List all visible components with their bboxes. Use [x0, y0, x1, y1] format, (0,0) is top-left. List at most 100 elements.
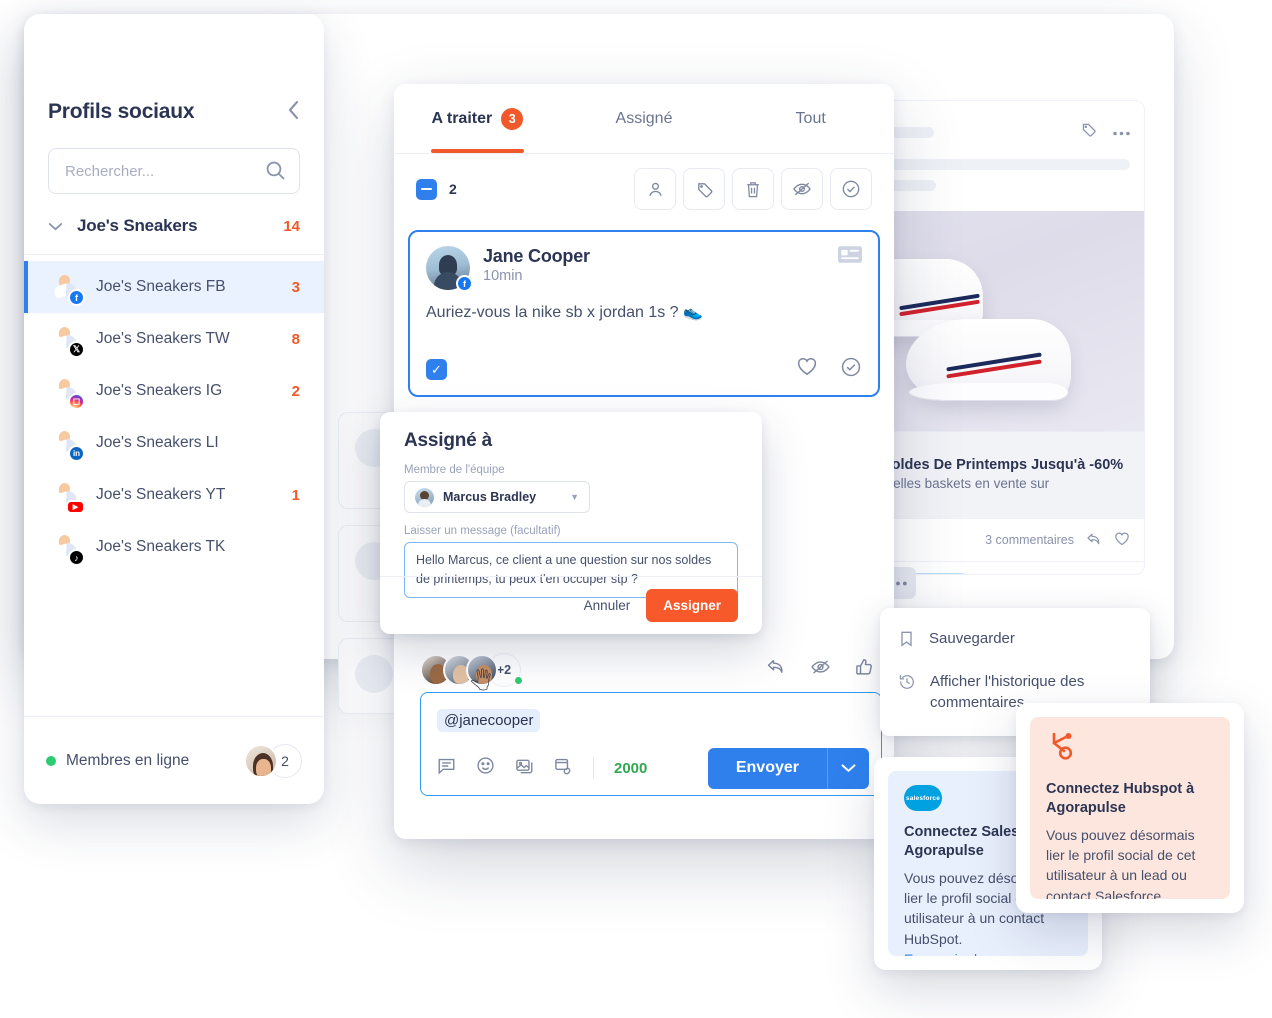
- sidebar-item-joes-sneakers-tk[interactable]: ♪ Joe's Sneakers TK: [24, 521, 324, 573]
- image-icon[interactable]: [515, 757, 534, 780]
- team-member-select[interactable]: Marcus Bradley ▼: [404, 481, 590, 513]
- like-heart-icon[interactable]: [796, 356, 818, 383]
- integration-title: Connectez Hubspot à Agorapulse: [1046, 781, 1195, 816]
- link-preview-icon[interactable]: [554, 757, 573, 780]
- mark-done-icon[interactable]: [840, 356, 862, 383]
- hubspot-integration-card: Connectez Hubspot à Agorapulse Vous pouv…: [1016, 703, 1244, 913]
- assign-popup-footer: Annuler Assigner: [380, 576, 762, 634]
- profile-count: 3: [291, 278, 300, 296]
- reply-input-box[interactable]: @janecooper 2000 Envoyer: [420, 692, 882, 796]
- tab-label: A traiter: [431, 109, 493, 127]
- cancel-button[interactable]: Annuler: [584, 598, 631, 613]
- profile-group-row[interactable]: Joe's Sneakers 14: [24, 194, 324, 255]
- avatar: ◻: [48, 374, 85, 410]
- tab-assigne[interactable]: Assigné: [561, 84, 728, 153]
- reply-composer: +2 🖑 @janecooper 2000 Envoyer: [420, 648, 882, 796]
- message-text: Auriez-vous la nike sb x jordan 1s ? 👟: [426, 304, 703, 321]
- chevron-left-icon[interactable]: [287, 100, 300, 124]
- tag-icon[interactable]: [1080, 121, 1097, 143]
- avatar: f: [426, 246, 473, 292]
- learn-more-link[interactable]: En savoir plus: [904, 951, 992, 956]
- facebook-icon: f: [68, 289, 85, 306]
- send-options-button[interactable]: [827, 747, 869, 789]
- tag-icon[interactable]: [683, 168, 725, 210]
- heart-icon[interactable]: [1114, 531, 1130, 549]
- search-input[interactable]: [48, 148, 300, 194]
- saved-replies-icon[interactable]: [437, 757, 456, 780]
- avatar: ▶: [48, 478, 85, 514]
- page-title: Profils sociaux: [48, 100, 195, 123]
- sidebar-item-joes-sneakers-tw[interactable]: 𝕏 Joe's Sneakers TW 8: [24, 313, 324, 365]
- salesforce-logo: salesforce: [904, 785, 942, 811]
- more-horizontal-icon[interactable]: [1113, 123, 1130, 141]
- facebook-icon: f: [456, 275, 473, 292]
- profile-name: Joe's Sneakers FB: [96, 278, 226, 295]
- skeleton-avatar: [355, 655, 393, 693]
- profile-name: Joe's Sneakers YT: [96, 486, 226, 503]
- comment-count: 3 commentaires: [985, 533, 1074, 547]
- avatar: [244, 743, 278, 778]
- message-type-icon: [838, 246, 862, 268]
- message-card[interactable]: f Jane Cooper 10min Auriez-vous la nike …: [408, 230, 880, 397]
- tab-tout[interactable]: Tout: [727, 84, 894, 153]
- hide-icon[interactable]: [810, 658, 831, 682]
- assign-user-icon[interactable]: [634, 168, 676, 210]
- character-counter: 2000: [614, 759, 648, 777]
- chevron-down-icon[interactable]: [48, 219, 63, 234]
- linkedin-icon: in: [68, 445, 85, 462]
- profile-name: Joe's Sneakers LI: [96, 434, 219, 451]
- plus-icon[interactable]: +: [1119, 575, 1130, 576]
- sidebar-item-joes-sneakers-ig[interactable]: ◻ Joe's Sneakers IG 2: [24, 365, 324, 417]
- message-author: Jane Cooper: [483, 246, 590, 266]
- thumbs-up-icon[interactable]: [855, 658, 874, 682]
- team-member-value: Marcus Bradley: [443, 490, 537, 504]
- sidebar-item-joes-sneakers-li[interactable]: in Joe's Sneakers LI: [24, 417, 324, 469]
- tab-a-traiter[interactable]: A traiter 3: [394, 84, 561, 153]
- sidebar-item-joes-sneakers-fb[interactable]: f Joe's Sneakers FB 3: [24, 261, 324, 313]
- composer-toolbar: 2000 Envoyer: [421, 741, 881, 795]
- message-checkbox[interactable]: ✓: [426, 359, 447, 380]
- online-status-dot: [46, 755, 56, 766]
- sidebar-header: Profils sociaux: [24, 100, 324, 124]
- search-box: [48, 148, 300, 194]
- hubspot-logo: [1046, 731, 1214, 768]
- profile-name: Joe's Sneakers TK: [96, 538, 226, 555]
- tab-label: Tout: [795, 109, 826, 127]
- delete-icon[interactable]: [732, 168, 774, 210]
- reply-icon[interactable]: [1086, 532, 1102, 549]
- mention-chip: @janecooper: [437, 709, 541, 732]
- x-twitter-icon: 𝕏: [68, 341, 85, 358]
- menu-item-label: Sauvegarder: [929, 630, 1015, 647]
- screenshot-root: JOESSNEAKERS.COM Exprimez-vous! Soldes D…: [0, 0, 1272, 1018]
- online-status-dot: [514, 676, 523, 685]
- avatar: f: [48, 270, 85, 306]
- bulk-actions-bar: 2: [394, 154, 894, 222]
- avatar: ♪: [48, 530, 85, 566]
- online-members-stack[interactable]: +2 🖑: [420, 653, 523, 693]
- chevron-down-icon: ▼: [570, 492, 579, 502]
- selected-count: 2: [449, 181, 457, 197]
- reply-icon[interactable]: [766, 658, 786, 682]
- emoji-icon[interactable]: [476, 756, 495, 780]
- assign-button[interactable]: Assigner: [646, 589, 738, 622]
- hide-icon[interactable]: [781, 168, 823, 210]
- group-count: 14: [283, 217, 300, 235]
- integration-description: Vous pouvez désormais lier le profil soc…: [1046, 826, 1196, 899]
- divider: [593, 758, 594, 778]
- online-members-avatars[interactable]: 2: [244, 743, 302, 778]
- send-button[interactable]: Envoyer: [707, 747, 827, 789]
- group-name: Joe's Sneakers: [77, 216, 198, 235]
- avatar: [415, 487, 434, 507]
- mark-done-icon[interactable]: [830, 168, 872, 210]
- menu-item-save[interactable]: Sauvegarder: [880, 620, 1150, 663]
- profile-count: 8: [291, 330, 300, 348]
- avatar: in: [48, 426, 85, 462]
- search-icon[interactable]: [265, 160, 286, 186]
- bookmark-icon: [898, 630, 915, 654]
- profile-count: 1: [291, 486, 300, 504]
- sidebar-item-joes-sneakers-yt[interactable]: ▶ Joe's Sneakers YT 1: [24, 469, 324, 521]
- history-icon: [898, 673, 916, 697]
- popup-title: Assigné à: [404, 430, 492, 451]
- select-all-checkbox[interactable]: [416, 178, 437, 200]
- assign-message-label: Laisser un message (facultatif): [404, 525, 561, 537]
